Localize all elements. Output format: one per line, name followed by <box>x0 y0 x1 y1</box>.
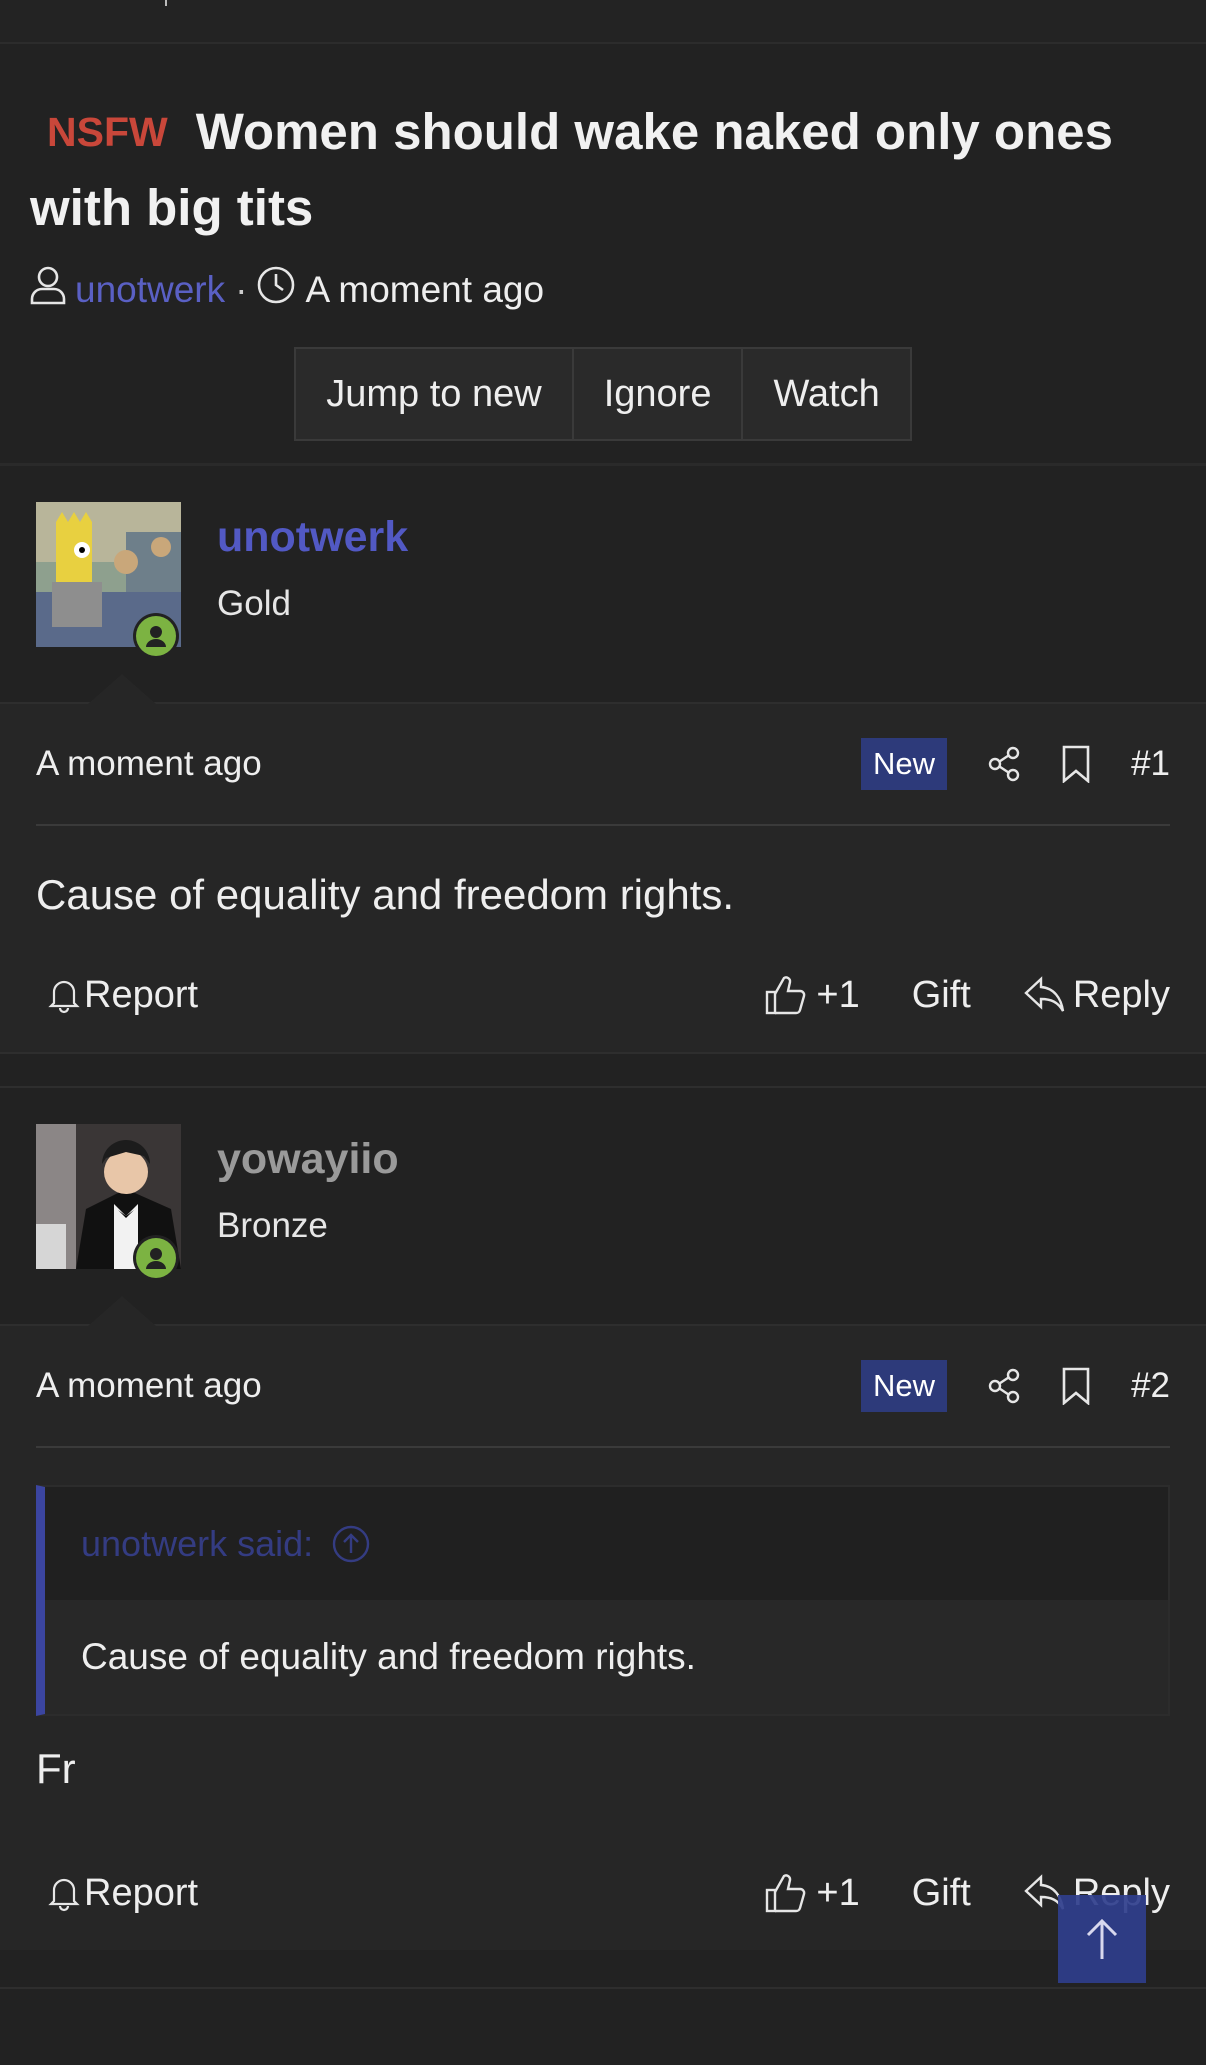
post-username[interactable]: unotwerk <box>217 512 408 562</box>
ignore-button[interactable]: Ignore <box>571 347 744 441</box>
thread-actions: Jump to new Ignore Watch <box>30 347 1176 441</box>
post-username[interactable]: yowayiio <box>217 1134 399 1184</box>
new-badge: New <box>861 1360 948 1412</box>
report-button[interactable]: Report <box>44 1872 712 1915</box>
arrow-up-icon <box>1086 1918 1118 1959</box>
bell-icon <box>48 980 80 1014</box>
avatar[interactable] <box>36 1124 181 1281</box>
post-number[interactable]: #1 <box>1131 744 1170 784</box>
post-header: A moment ago New #2 <box>36 1326 1170 1448</box>
share-icon[interactable] <box>987 1368 1021 1404</box>
share-icon[interactable] <box>987 746 1021 782</box>
post-1: unotwerk Gold A moment ago New #1 Cause … <box>0 466 1206 1052</box>
user-icon <box>30 265 66 314</box>
post-separator <box>0 1052 1206 1088</box>
gift-button[interactable]: Gift <box>912 974 971 1017</box>
quote-text: Cause of equality and freedom rights. <box>81 1636 696 1677</box>
circle-arrow-up-icon[interactable] <box>331 1524 371 1564</box>
post-2: yowayiio Bronze A moment ago New #2 unot… <box>0 1088 1206 1950</box>
bookmark-icon[interactable] <box>1061 1367 1091 1405</box>
thread-header: NSFW Women should wake naked only ones wi… <box>0 44 1206 466</box>
bell-icon <box>48 1878 80 1912</box>
online-indicator <box>133 613 179 659</box>
post-pointer <box>88 1296 156 1326</box>
thumbs-up-icon <box>766 1874 806 1913</box>
top-strip <box>0 0 1206 44</box>
report-label: Report <box>84 973 199 1016</box>
post-message: Fr <box>36 1745 76 1792</box>
thread-meta: unotwerk · A moment ago <box>30 265 1176 314</box>
new-badge: New <box>861 738 948 790</box>
reply-button[interactable]: Reply <box>1023 974 1170 1017</box>
thread-title: NSFW Women should wake naked only ones wi… <box>30 94 1176 245</box>
post-pointer <box>88 674 156 704</box>
post-user-block: unotwerk Gold <box>0 466 1206 704</box>
meta-separator: · <box>235 268 248 310</box>
gift-button[interactable]: Gift <box>912 1872 971 1915</box>
user-status-icon <box>136 1238 176 1278</box>
user-info: yowayiio Bronze <box>217 1134 399 1324</box>
post-number[interactable]: #2 <box>1131 1366 1170 1406</box>
divider <box>165 0 167 6</box>
watch-button[interactable]: Watch <box>741 347 912 441</box>
report-label: Report <box>84 1871 199 1914</box>
quote-block: unotwerk said: Cause of equality and fre… <box>36 1485 1170 1716</box>
post-body: A moment ago New #2 unotwerk said: Cause… <box>0 1324 1206 1950</box>
thumbs-up-icon <box>766 976 806 1015</box>
thread-author-link[interactable]: unotwerk <box>75 269 225 311</box>
reply-label: Reply <box>1072 973 1170 1016</box>
thread-title-text: Women should wake naked only ones with b… <box>30 103 1113 236</box>
post-header: A moment ago New #1 <box>36 704 1170 826</box>
like-count: +1 <box>816 1871 860 1914</box>
bookmark-icon[interactable] <box>1061 745 1091 783</box>
reply-arrow-icon <box>1024 976 1065 1012</box>
scroll-to-top-button[interactable] <box>1058 1895 1146 1983</box>
quote-header[interactable]: unotwerk said: <box>45 1487 1168 1600</box>
like-button[interactable]: +1 <box>764 973 860 1017</box>
report-button[interactable]: Report <box>44 974 712 1017</box>
post-user-block: yowayiio Bronze <box>0 1088 1206 1326</box>
quote-author[interactable]: unotwerk said: <box>81 1523 313 1565</box>
user-title: Bronze <box>217 1206 328 1245</box>
user-title: Gold <box>217 584 291 623</box>
post-footer: Report +1 Gift Reply <box>36 938 1170 1052</box>
bottom-strip <box>0 1987 1206 2065</box>
jump-to-new-button[interactable]: Jump to new <box>294 347 574 441</box>
clock-icon <box>257 266 295 313</box>
thread-time: A moment ago <box>305 268 545 310</box>
user-status-icon <box>136 616 176 656</box>
like-button[interactable]: +1 <box>764 1871 860 1915</box>
post-footer: Report +1 Gift Reply <box>36 1836 1170 1950</box>
nsfw-prefix: NSFW <box>47 109 168 155</box>
post-body: A moment ago New #1 Cause of equality an… <box>0 702 1206 1052</box>
post-message: Cause of equality and freedom rights. <box>36 871 735 918</box>
online-indicator <box>133 1235 179 1281</box>
user-info: unotwerk Gold <box>217 512 408 702</box>
post-time[interactable]: A moment ago <box>36 744 861 784</box>
like-count: +1 <box>816 973 860 1016</box>
post-time[interactable]: A moment ago <box>36 1366 861 1406</box>
avatar[interactable] <box>36 502 181 659</box>
